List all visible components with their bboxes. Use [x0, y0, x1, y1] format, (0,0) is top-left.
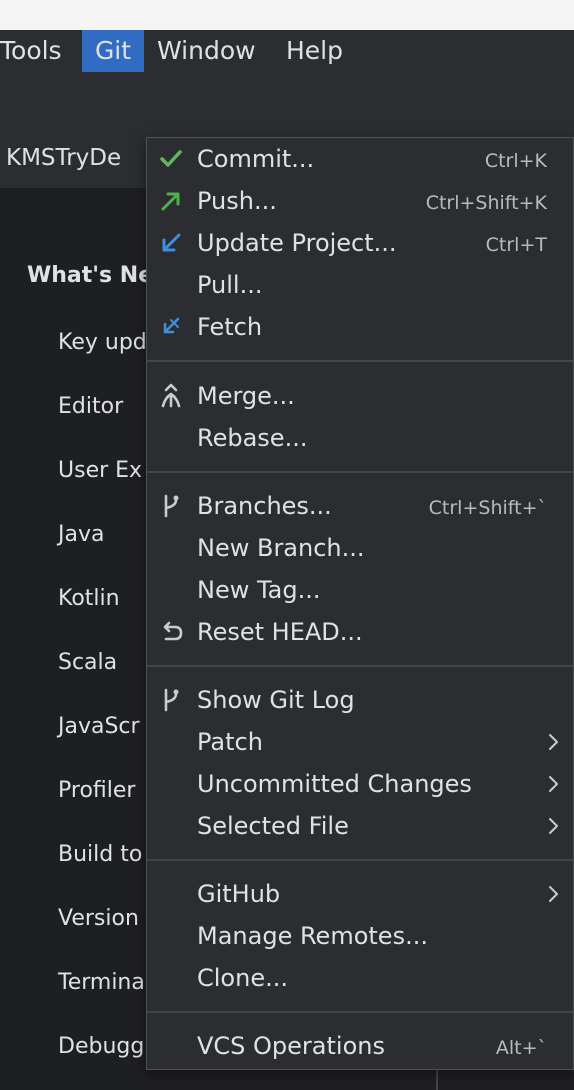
menu-git[interactable]: Git — [82, 30, 144, 72]
menu-item-merge[interactable]: Merge... — [147, 375, 573, 417]
menu-item-commit[interactable]: Commit... Ctrl+K — [147, 138, 573, 180]
chevron-right-icon — [547, 774, 561, 794]
main-menubar: Tools Git Window Help — [0, 30, 574, 130]
menu-item-manage-remotes[interactable]: Manage Remotes... — [147, 915, 573, 957]
menu-separator — [147, 360, 573, 362]
menu-separator — [147, 859, 573, 861]
clone-label: Clone... — [197, 964, 288, 992]
branch-icon — [157, 492, 185, 520]
whats-new-item[interactable]: Profiler — [58, 778, 135, 803]
new-branch-label: New Branch... — [197, 534, 365, 562]
selected-file-label: Selected File — [197, 812, 349, 840]
branch-icon — [157, 686, 185, 714]
menu-window[interactable]: Window — [157, 30, 256, 72]
whats-new-item[interactable]: Version — [58, 906, 139, 931]
menu-item-push[interactable]: Push... Ctrl+Shift+K — [147, 180, 573, 222]
chevron-right-icon — [547, 732, 561, 752]
whats-new-item[interactable]: Termina — [58, 970, 145, 995]
menu-item-new-branch[interactable]: New Branch... — [147, 527, 573, 569]
patch-label: Patch — [197, 728, 263, 756]
whats-new-item[interactable]: Kotlin — [58, 586, 120, 611]
update-project-label: Update Project... — [197, 229, 397, 257]
fetch-arrow-icon — [157, 313, 185, 341]
menu-item-update-project[interactable]: Update Project... Ctrl+T — [147, 222, 573, 264]
menu-item-reset-head[interactable]: Reset HEAD... — [147, 611, 573, 653]
chevron-right-icon — [547, 816, 561, 836]
manage-remotes-label: Manage Remotes... — [197, 922, 428, 950]
branches-shortcut: Ctrl+Shift+` — [428, 497, 547, 519]
arrow-down-left-icon — [157, 229, 185, 257]
window-top-strip — [0, 0, 574, 30]
menu-item-uncommitted-changes[interactable]: Uncommitted Changes — [147, 763, 573, 805]
push-shortcut: Ctrl+Shift+K — [425, 192, 547, 214]
whats-new-item[interactable]: Build to — [58, 842, 142, 867]
whats-new-item[interactable]: JavaScr — [58, 714, 140, 739]
menu-separator — [147, 665, 573, 667]
whats-new-item[interactable]: Scala — [58, 650, 117, 675]
whats-new-item[interactable]: Java — [58, 522, 104, 547]
whats-new-item[interactable]: Editor — [58, 394, 123, 419]
menu-tools[interactable]: Tools — [0, 30, 62, 72]
menu-tools-label: Tools — [0, 36, 62, 65]
uncommitted-changes-label: Uncommitted Changes — [197, 770, 472, 798]
whats-new-item[interactable]: Key upd — [58, 330, 147, 355]
github-label: GitHub — [197, 880, 281, 908]
menu-item-clone[interactable]: Clone... — [147, 957, 573, 999]
menu-window-label: Window — [157, 36, 256, 65]
show-git-log-label: Show Git Log — [197, 686, 355, 714]
menu-item-pull[interactable]: Pull... — [147, 264, 573, 306]
menu-item-rebase[interactable]: Rebase... — [147, 417, 573, 459]
whats-new-item[interactable]: User Ex — [58, 458, 142, 483]
menu-help-label: Help — [286, 36, 343, 65]
merge-icon — [157, 382, 185, 410]
whats-new-heading: What's Ne — [27, 263, 154, 288]
menu-help[interactable]: Help — [286, 30, 343, 72]
rebase-label: Rebase... — [197, 424, 308, 452]
push-label: Push... — [197, 187, 277, 215]
menu-item-branches[interactable]: Branches... Ctrl+Shift+` — [147, 485, 573, 527]
menu-item-selected-file[interactable]: Selected File — [147, 805, 573, 847]
menu-item-fetch[interactable]: Fetch — [147, 306, 573, 348]
menu-item-show-git-log[interactable]: Show Git Log — [147, 679, 573, 721]
reset-head-label: Reset HEAD... — [197, 618, 363, 646]
git-dropdown-menu: Commit... Ctrl+K Push... Ctrl+Shift+K Up… — [146, 137, 574, 1070]
update-project-shortcut: Ctrl+T — [485, 234, 547, 256]
check-icon — [157, 145, 185, 173]
fetch-label: Fetch — [197, 313, 263, 341]
vcs-operations-shortcut: Alt+` — [495, 1037, 547, 1059]
undo-icon — [157, 618, 185, 646]
commit-shortcut: Ctrl+K — [484, 150, 547, 172]
branches-label: Branches... — [197, 492, 332, 520]
chevron-right-icon — [547, 884, 561, 904]
project-name[interactable]: KMSTryDe — [6, 130, 121, 188]
whats-new-item[interactable]: Debugg — [58, 1034, 144, 1059]
menu-item-github[interactable]: GitHub — [147, 873, 573, 915]
menu-item-patch[interactable]: Patch — [147, 721, 573, 763]
pull-label: Pull... — [197, 271, 263, 299]
commit-label: Commit... — [197, 145, 315, 173]
menu-separator — [147, 1011, 573, 1013]
merge-label: Merge... — [197, 382, 295, 410]
menu-item-new-tag[interactable]: New Tag... — [147, 569, 573, 611]
vcs-operations-label: VCS Operations — [197, 1032, 385, 1060]
menu-git-label: Git — [94, 36, 132, 65]
menu-separator — [147, 471, 573, 473]
arrow-up-right-icon — [157, 187, 185, 215]
new-tag-label: New Tag... — [197, 576, 321, 604]
menu-item-vcs-operations[interactable]: VCS Operations Alt+` — [147, 1025, 573, 1067]
